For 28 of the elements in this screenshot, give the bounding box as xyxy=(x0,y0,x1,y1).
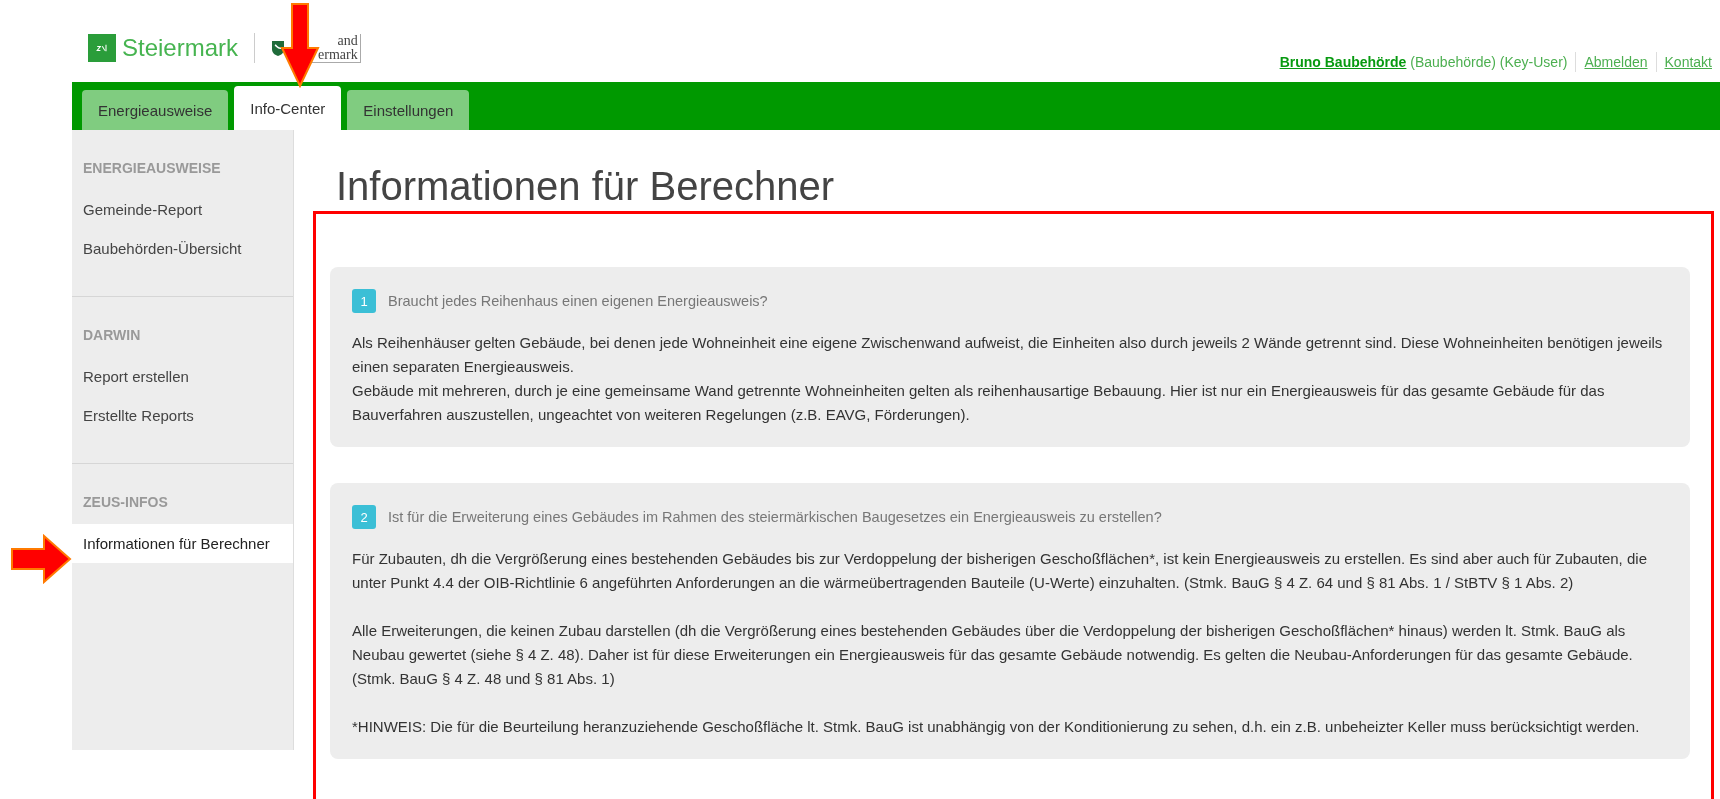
section-heading: ZEUS-INFOS xyxy=(82,494,169,510)
sidebar-item[interactable]: Informationen für Berechner xyxy=(72,524,293,563)
sidebar-item[interactable]: Baubehörden-Übersicht xyxy=(72,229,293,268)
answer-text: Gebäude mit mehreren, durch je eine gemeinsame Wand getrennte Wohneinheiten gelten als reihenhausartige Bebauung. Hier ist nur ein Energieausweis für das gesamte Gebäude für das Bauverfahren auszustellen, ungeachtet von weiteren Regelungen (z.B. EAVG, Förderungen). xyxy=(352,381,1606,425)
logo-text: Steiermark xyxy=(122,34,239,62)
section-heading: ENERGIEAUSWEISE xyxy=(82,160,222,176)
question-text: Braucht jedes Reihenhaus einen eigenen Energieausweis? xyxy=(388,293,768,309)
sidebar-item[interactable]: Report erstellen xyxy=(72,357,293,396)
nav-tab[interactable]: Info-Center xyxy=(234,86,342,130)
sidebar-item[interactable]: Erstellte Reports xyxy=(72,396,293,435)
answer-text: *HINWEIS: Die für die Beurteilung heranzuziehende Geschoßfläche lt. Stmk. BauG ist unabhängig von der Konditionierung zu sehen, d.h. ein z.B. unbeheizter Keller muss berücksichtigt werden. xyxy=(352,717,1641,737)
page-title: Informationen für Berechner xyxy=(336,164,836,209)
user-link[interactable]: Bruno Baubehörde xyxy=(1279,54,1407,70)
sidebar-item[interactable]: Gemeinde-Report xyxy=(72,190,293,229)
answer-text: Für Zubauten, dh die Vergrößerung eines bestehenden Gebäudes bis zur Verdoppelung der bisherigen Geschoßflächen*, ist kein Energieausweis zu erstellen. Es sind aber auch für Zubauten, die unter Punkt 4.4 der OIB-Richtlinie 6 angeführten Anforderungen an die wärmeübertragenden Bauteile (U-Werte) einzuhalten. (Stmk. BauG § 4 Z. 64 und § 81 Abs. 1 / StBTV § 1 Abs. 2) xyxy=(352,549,1648,593)
number-badge: 2 xyxy=(352,505,376,529)
arrow-icon xyxy=(10,534,72,584)
arrow-icon xyxy=(280,2,320,88)
answer-text: Alle Erweiterungen, die keinen Zubau darstellen (dh die Vergrößerung eines bestehenden Gebäudes über die Verdoppelung der bisherigen Geschoßflächen* hinaus) werden lt. Stmk. BauG als Neubau gewertet (siehe § 4 Z. 48). Daher ist für diese Erweiterungen ein Energieausweis für das gesamte Gebäude notwendig. Es gelten die Neubau-Anforderungen für das gesamte Gebäude. (Stmk. BauG § 4 Z. 48 und § 81 Abs. 1) xyxy=(352,621,1634,689)
nav-tab[interactable]: Energieausweise xyxy=(82,90,229,130)
section-heading: DARWIN xyxy=(82,327,142,343)
question-text: Ist für die Erweiterung eines Gebäudes im Rahmen des steiermärkischen Baugesetzes ein Energieausweis zu erstellen? xyxy=(388,509,1162,525)
nav-tab[interactable]: Einstellungen xyxy=(347,90,470,130)
number-badge: 1 xyxy=(352,289,376,313)
logo-icon xyxy=(88,34,116,62)
user-info: Bruno Baubehörde (Baubehörde) (Key-User) xyxy=(1279,54,1568,70)
answer-text: Als Reihenhäuser gelten Gebäude, bei denen jede Wohneinheit eine eigene Zwischenwand aufweist, die Einheiten also durch jeweils 2 Wände getrennt sind. Diese Wohneinheiten benötigen jeweils einen separaten Energieausweis. xyxy=(352,333,1664,377)
crest-icon xyxy=(271,39,286,57)
